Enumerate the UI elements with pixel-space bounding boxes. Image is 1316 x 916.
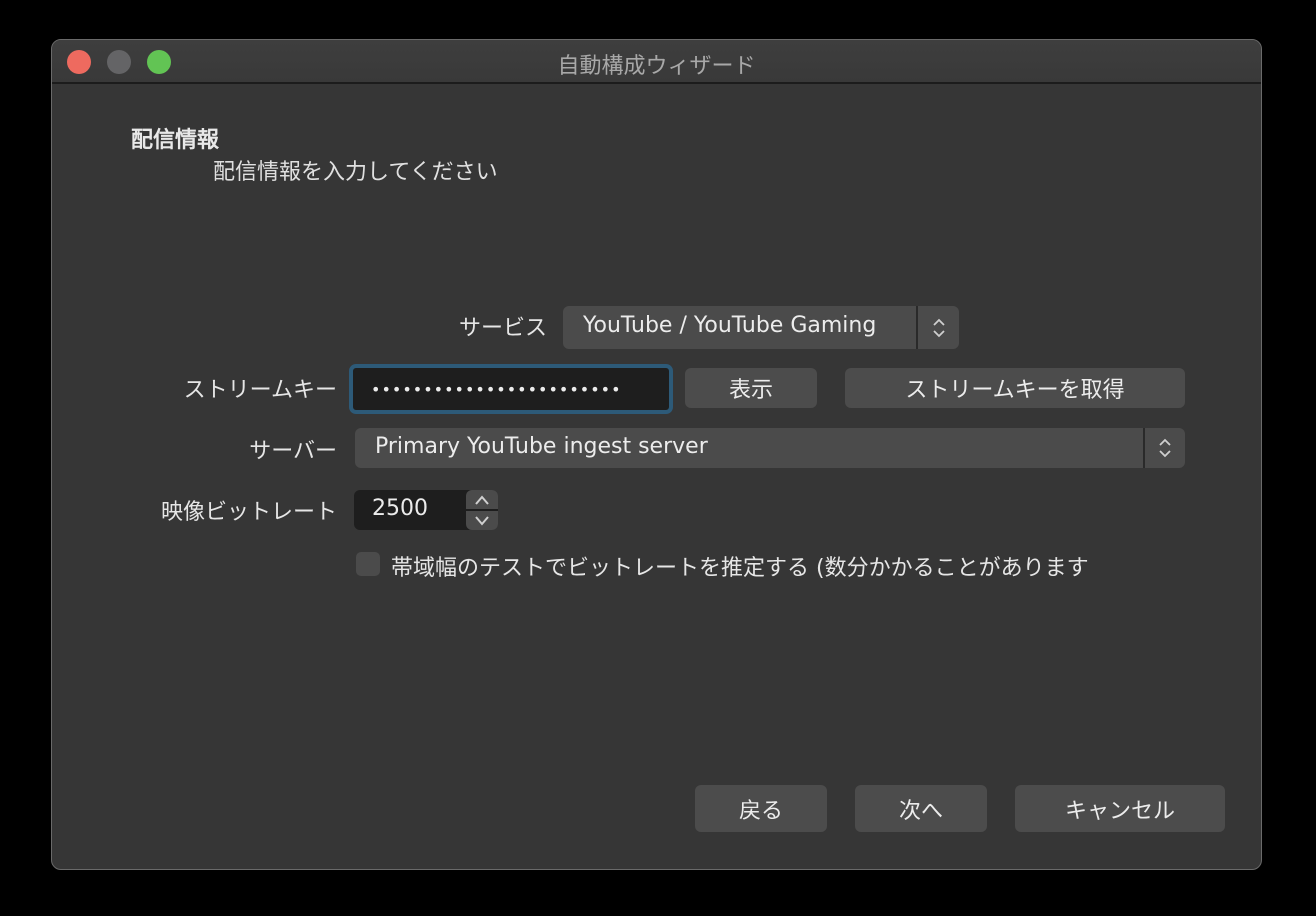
server-select-value: Primary YouTube ingest server [375, 434, 708, 459]
bitrate-label: 映像ビットレート [160, 500, 337, 525]
up-down-chevron-icon [919, 306, 959, 349]
chevron-down-icon [475, 515, 489, 526]
stream-key-input[interactable]: •••••••••••••••••••••••• [349, 364, 673, 414]
server-select[interactable]: Primary YouTube ingest server [355, 428, 1185, 468]
bandwidth-test-checkbox[interactable] [356, 552, 380, 576]
stream-key-label: ストリームキー [183, 378, 337, 403]
service-select-value: YouTube / YouTube Gaming [583, 313, 877, 338]
service-select[interactable]: YouTube / YouTube Gaming [563, 306, 959, 349]
up-down-chevron-icon [1145, 428, 1185, 468]
increment-button[interactable] [466, 490, 498, 509]
title-bar[interactable]: 自動構成ウィザード [52, 40, 1261, 84]
bandwidth-test-label[interactable]: 帯域幅のテストでビットレートを推定する (数分かかることがあります [391, 550, 1089, 582]
chevron-up-icon [475, 494, 489, 505]
page-heading: 配信情報 [131, 128, 220, 153]
auto-config-wizard-window: 自動構成ウィザード 配信情報 配信情報を入力してください サービス YouTub… [51, 39, 1262, 870]
page-subheading: 配信情報を入力してください [213, 160, 498, 185]
back-button[interactable]: 戻る [695, 785, 827, 832]
select-separator [916, 306, 918, 349]
bitrate-value[interactable]: 2500 [372, 496, 428, 521]
next-button[interactable]: 次へ [855, 785, 987, 832]
cancel-button[interactable]: キャンセル [1015, 785, 1225, 832]
decrement-button[interactable] [466, 511, 498, 530]
show-key-button[interactable]: 表示 [685, 368, 817, 408]
bitrate-spinbox[interactable]: 2500 [354, 490, 498, 530]
server-label: サーバー [249, 439, 337, 464]
service-label: サービス [458, 316, 547, 341]
get-stream-key-button[interactable]: ストリームキーを取得 [845, 368, 1185, 408]
window-title: 自動構成ウィザード [557, 54, 756, 79]
